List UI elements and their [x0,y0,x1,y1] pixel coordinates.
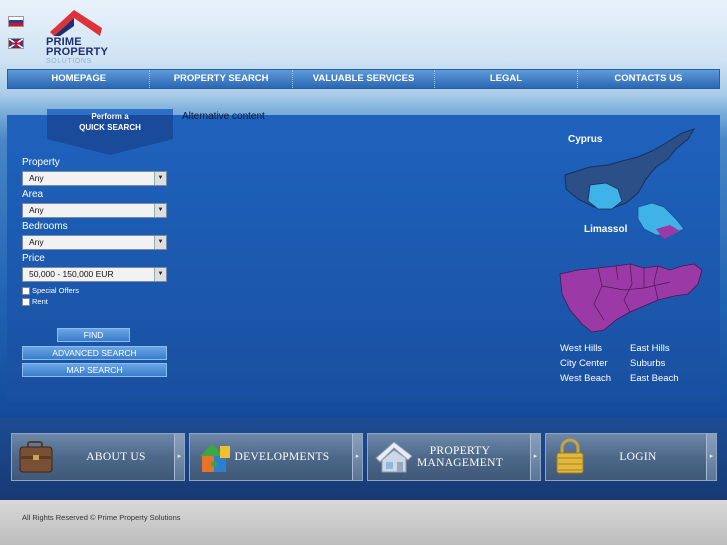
logo-text: PRIME PROPERTY SOLUTIONS [46,36,109,66]
property-management-label: PROPERTY MANAGEMENT [416,445,504,469]
bedrooms-select[interactable]: Any ▼ [22,235,167,250]
puzzle-house-icon [200,444,230,472]
special-offers-option: Special Offers [22,285,168,296]
region-east-beach[interactable]: East Beach [630,373,700,385]
region-east-hills[interactable]: East Hills [630,343,700,355]
cyprus-map[interactable] [560,123,700,243]
region-west-hills[interactable]: West Hills [560,343,630,355]
price-label: Price [22,253,45,264]
price-select[interactable]: 50,000 - 150,000 EUR ▼ [22,267,167,282]
region-list: West Hills East Hills City Center Suburb… [560,343,710,385]
about-us-tile[interactable]: ABOUT US ▸ [11,433,185,481]
region-suburbs[interactable]: Suburbs [630,358,700,370]
padlock-icon [556,438,584,474]
quick-search-title: Perform a QUICK SEARCH [79,112,141,132]
chevron-down-icon: ▼ [154,236,166,249]
chevron-right-icon: ▸ [706,434,716,480]
special-offers-checkbox[interactable] [22,286,30,295]
briefcase-icon [19,441,53,473]
chevron-down-icon: ▼ [154,172,166,185]
feature-tiles-bar: ABOUT US ▸ DEVELOPMENTS ▸ PROPERTY MANAGE… [0,418,727,500]
property-label: Property [22,157,60,168]
uk-flag-icon[interactable] [8,38,24,49]
rent-option: Rent [22,296,168,307]
nav-property-search[interactable]: PROPERTY SEARCH [150,70,293,88]
advanced-search-button[interactable]: ADVANCED SEARCH [22,346,167,360]
chevron-right-icon: ▸ [530,434,540,480]
region-city-center[interactable]: City Center [560,358,630,370]
chevron-down-icon: ▼ [154,268,166,281]
limassol-map[interactable] [558,260,703,335]
main-nav: HOMEPAGE PROPERTY SEARCH VALUABLE SERVIC… [7,69,720,89]
property-select[interactable]: Any ▼ [22,171,167,186]
nav-legal[interactable]: LEGAL [435,70,578,88]
site-logo[interactable]: PRIME PROPERTY SOLUTIONS [46,6,126,66]
quick-search-form: Property Any ▼ Area Any ▼ Bedrooms Any ▼… [22,155,168,307]
region-west-beach[interactable]: West Beach [560,373,630,385]
search-panel: Perform a QUICK SEARCH Alternative conte… [7,109,720,402]
property-management-tile[interactable]: PROPERTY MANAGEMENT ▸ [367,433,541,481]
chevron-down-icon: ▼ [154,204,166,217]
limassol-label: Limassol [584,224,628,235]
find-button[interactable]: FIND [57,328,130,342]
language-switcher [8,16,24,60]
russian-flag-icon[interactable] [8,16,24,27]
nav-contacts[interactable]: CONTACTS US [578,70,719,88]
area-select[interactable]: Any ▼ [22,203,167,218]
copyright-text: All Rights Reserved © Prime Property Sol… [22,513,181,522]
chevron-right-icon: ▸ [174,434,184,480]
rent-checkbox[interactable] [22,297,30,306]
developments-tile[interactable]: DEVELOPMENTS ▸ [189,433,363,481]
nav-homepage[interactable]: HOMEPAGE [8,70,151,88]
house-icon [375,441,413,473]
nav-valuable-services[interactable]: VALUABLE SERVICES [293,70,436,88]
footer: All Rights Reserved © Prime Property Sol… [0,500,727,545]
area-label: Area [22,189,44,200]
login-tile[interactable]: LOGIN ▸ [545,433,717,481]
map-search-button[interactable]: MAP SEARCH [22,363,167,377]
alternative-content: Alternative content [182,111,265,122]
bedrooms-label: Bedrooms [22,221,68,232]
chevron-right-icon: ▸ [352,434,362,480]
house-roof-icon [50,10,102,36]
